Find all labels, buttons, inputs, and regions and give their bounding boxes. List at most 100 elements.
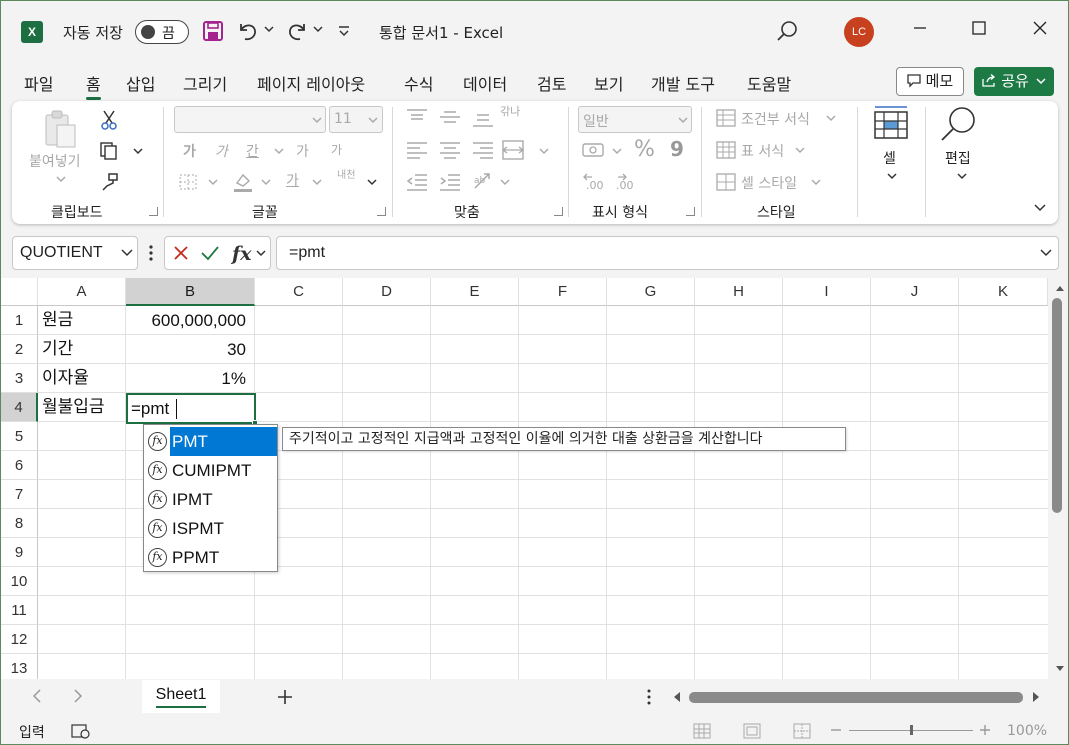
orientation-icon[interactable]: ab [472,171,494,191]
increase-decimal-button[interactable]: .00 [586,179,604,192]
ribbon-collapse-icon[interactable] [1034,204,1046,212]
paste-icon[interactable] [43,109,79,149]
tab-view[interactable]: 보기 [594,71,623,95]
zoom-slider-thumb[interactable] [910,725,913,735]
tab-help[interactable]: 도움말 [747,71,791,95]
paste-dropdown-icon[interactable] [56,176,66,184]
horizontal-scroll-thumb[interactable] [689,692,1023,703]
fill-color-icon[interactable] [232,171,254,193]
number-format-combo[interactable]: 일반 [578,106,692,133]
zoom-out-icon[interactable] [831,729,841,731]
font-launcher-icon[interactable] [377,207,386,216]
tab-page-layout[interactable]: 페이지 레이아웃 [257,71,365,95]
table-format-button[interactable]: 표 서식 [741,141,784,161]
underline-dropdown-icon[interactable] [274,148,284,156]
conditional-format-dropdown-icon[interactable] [826,115,836,123]
phonetic-button[interactable]: 내천 [337,170,357,181]
scroll-left-icon[interactable] [672,691,682,703]
tab-insert[interactable]: 삽입 [126,71,155,95]
align-bottom-icon[interactable] [472,109,494,129]
row-header-10[interactable]: 10 [1,567,38,596]
fill-color-dropdown-icon[interactable] [261,179,271,187]
font-color-button[interactable]: 가 [286,170,299,190]
cancel-icon[interactable] [173,245,189,261]
accounting-dropdown-icon[interactable] [612,148,622,156]
row-header-8[interactable]: 8 [1,509,38,538]
underline-button[interactable]: 간 [246,141,259,161]
orientation-dropdown-icon[interactable] [500,179,510,187]
decrease-decimal-button[interactable]: .00 [616,179,634,192]
align-center-icon[interactable] [439,141,461,159]
editing-dropdown-icon[interactable] [957,173,967,181]
comments-button[interactable]: 메모 [896,67,964,96]
tab-home[interactable]: 홈 [86,71,101,100]
cell-styles-button[interactable]: 셀 스타일 [741,173,797,193]
autocomplete-item[interactable]: fx ISPMT [146,514,277,543]
save-icon[interactable] [202,20,224,42]
autosave-toggle[interactable]: 끔 [135,20,189,44]
row-header-3[interactable]: 3 [1,364,38,393]
formula-input[interactable]: =pmt [276,236,1059,270]
merge-dropdown-icon[interactable] [539,148,549,156]
decrease-indent-icon[interactable] [406,173,428,191]
alignment-launcher-icon[interactable] [554,207,563,216]
autocomplete-item[interactable]: fx PPMT [146,543,277,572]
cell-a4[interactable]: 월불입금 [42,393,105,422]
column-header-a[interactable]: A [38,278,126,306]
tab-options-icon[interactable] [646,689,652,705]
row-header-5[interactable]: 5 [1,422,38,451]
cells-dropdown-icon[interactable] [887,173,897,181]
column-header-g[interactable]: G [607,278,695,306]
name-box[interactable]: QUOTIENT [12,236,138,270]
cell-styles-icon[interactable] [716,173,736,191]
cells-label[interactable]: 셀 [883,148,896,168]
number-launcher-icon[interactable] [686,207,695,216]
maximize-button[interactable] [964,15,994,45]
scroll-up-icon[interactable] [1055,284,1065,292]
conditional-format-button[interactable]: 조건부 서식 [741,109,810,129]
next-sheet-icon[interactable] [73,689,83,703]
align-middle-icon[interactable] [439,109,461,125]
cell-a2[interactable]: 기간 [42,335,73,364]
border-icon[interactable] [178,173,198,191]
font-name-combo[interactable] [174,106,326,133]
column-header-h[interactable]: H [695,278,783,306]
shrink-font-button[interactable]: 가 [331,141,342,158]
conditional-format-icon[interactable] [716,109,736,127]
tab-data[interactable]: 데이터 [463,71,507,95]
autocomplete-item[interactable]: fx CUMIPMT [146,456,277,485]
table-format-dropdown-icon[interactable] [795,147,805,155]
column-header-d[interactable]: D [343,278,431,306]
insert-function-icon[interactable]: fx [230,243,253,265]
row-header-6[interactable]: 6 [1,451,38,480]
italic-button[interactable]: 가 [215,141,228,161]
zoom-level[interactable]: 100% [1007,723,1047,739]
autocomplete-item[interactable]: fx IPMT [146,485,277,514]
row-header-2[interactable]: 2 [1,335,38,364]
tab-formulas[interactable]: 수식 [404,71,433,95]
column-header-k[interactable]: K [959,278,1048,306]
cell-b1[interactable]: 600,000,000 [126,306,254,335]
accounting-format-icon[interactable] [582,141,606,159]
autocomplete-item[interactable]: fx PMT [146,427,277,456]
vertical-scroll-thumb[interactable] [1052,298,1062,513]
find-icon[interactable] [938,105,978,143]
align-right-icon[interactable] [472,141,494,159]
select-all-corner[interactable] [1,278,38,306]
increase-indent-icon[interactable] [439,173,461,191]
more-options-icon[interactable] [148,244,154,262]
tab-file[interactable]: 파일 [24,71,53,95]
cell-styles-dropdown-icon[interactable] [811,179,821,187]
expand-formula-icon[interactable] [1040,249,1052,257]
column-header-f[interactable]: F [519,278,607,306]
column-header-c[interactable]: C [255,278,343,306]
tab-developer[interactable]: 개발 도구 [651,71,715,95]
bold-button[interactable]: 가 [183,141,196,161]
accessibility-icon[interactable] [71,723,91,739]
copy-dropdown-icon[interactable] [133,148,143,156]
editing-label[interactable]: 편집 [945,148,971,168]
percent-style-button[interactable]: % [634,137,655,162]
redo-dropdown-icon[interactable] [313,26,323,34]
merge-center-icon[interactable] [501,140,525,160]
page-break-view-icon[interactable] [793,723,811,739]
